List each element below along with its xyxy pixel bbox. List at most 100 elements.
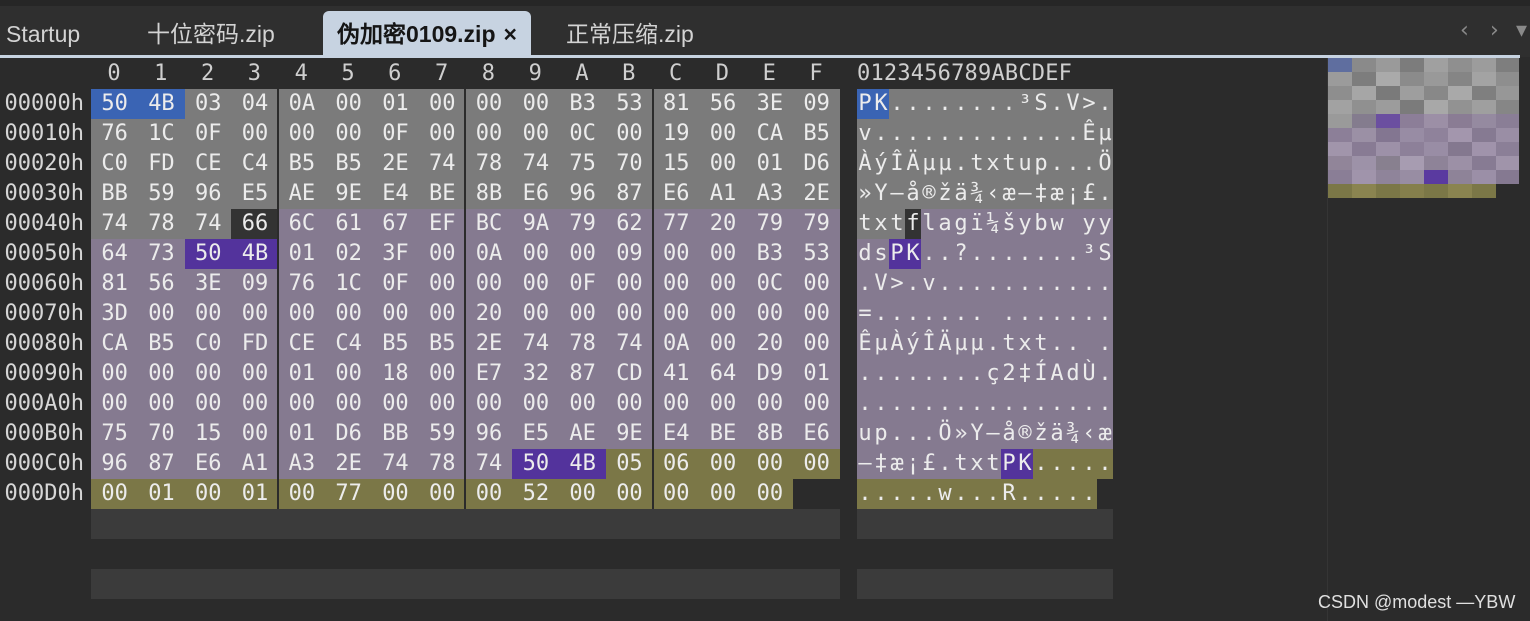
hex-byte[interactable]: 00 [793, 299, 841, 329]
ascii-char[interactable]: . [1033, 119, 1049, 149]
hex-byte[interactable]: 81 [91, 269, 139, 299]
hex-byte[interactable]: 20 [465, 299, 513, 329]
ascii-char[interactable]: . [969, 359, 985, 389]
ascii-char[interactable] [1081, 329, 1097, 359]
hex-byte[interactable]: CA [91, 329, 139, 359]
ascii-char[interactable]: . [873, 389, 889, 419]
hex-byte[interactable]: 00 [465, 89, 513, 119]
hex-byte[interactable]: 09 [231, 269, 279, 299]
hex-byte[interactable]: D9 [746, 359, 794, 389]
ascii-char[interactable]: µ [1097, 119, 1113, 149]
ascii-char[interactable]: . [921, 119, 937, 149]
ascii-char[interactable]: . [937, 449, 953, 479]
ascii-char[interactable]: . [985, 89, 1001, 119]
hex-byte[interactable]: 00 [699, 239, 747, 269]
ascii-char[interactable]: . [1049, 119, 1065, 149]
hex-byte[interactable]: 00 [793, 269, 841, 299]
hex-byte[interactable]: 8B [746, 419, 794, 449]
hex-byte[interactable]: 19 [652, 119, 700, 149]
ascii-char[interactable]: ? [953, 239, 969, 269]
ascii-char[interactable]: . [1033, 239, 1049, 269]
ascii-char[interactable]: R [1001, 479, 1017, 509]
hex-byte[interactable]: FD [231, 329, 279, 359]
ascii-char[interactable]: P [857, 89, 873, 119]
hex-byte[interactable]: 78 [465, 149, 513, 179]
hex-byte[interactable]: AE [278, 179, 326, 209]
hex-byte[interactable]: E6 [652, 179, 700, 209]
ascii-char[interactable]: . [969, 389, 985, 419]
ascii-char[interactable]: . [921, 239, 937, 269]
ascii-char[interactable]: u [857, 419, 873, 449]
hex-byte[interactable]: 00 [699, 449, 747, 479]
hex-byte[interactable]: B3 [746, 239, 794, 269]
hex-byte[interactable]: 01 [278, 419, 326, 449]
ascii-char[interactable]: . [1081, 299, 1097, 329]
hex-byte[interactable]: 00 [231, 359, 279, 389]
ascii-char[interactable]: s [873, 239, 889, 269]
ascii-char[interactable]: t [1001, 149, 1017, 179]
ascii-char[interactable]: . [1033, 449, 1049, 479]
ascii-char[interactable]: . [1065, 299, 1081, 329]
hex-byte[interactable]: 53 [605, 89, 654, 119]
ascii-char[interactable]: . [1065, 119, 1081, 149]
ascii-char[interactable]: . [889, 389, 905, 419]
ascii-char[interactable]: ® [921, 179, 937, 209]
hex-byte[interactable]: 00 [278, 479, 326, 509]
ascii-char[interactable]: ž [937, 179, 953, 209]
hex-byte[interactable]: 00 [231, 299, 279, 329]
hex-byte[interactable]: 00 [465, 389, 513, 419]
hex-byte[interactable]: 00 [746, 449, 794, 479]
hex-byte[interactable]: 02 [325, 239, 373, 269]
hex-byte[interactable]: 75 [559, 149, 607, 179]
ascii-char[interactable]: y [1097, 209, 1113, 239]
hex-byte[interactable]: 00 [652, 269, 700, 299]
hex-byte[interactable]: 06 [652, 449, 700, 479]
ascii-char[interactable]: > [889, 269, 905, 299]
ascii-char[interactable]: . [921, 89, 937, 119]
tab-startup[interactable]: Startup [6, 11, 80, 57]
hex-byte[interactable]: 0C [559, 119, 607, 149]
ascii-char[interactable]: . [857, 269, 873, 299]
ascii-char[interactable]: – [857, 449, 873, 479]
hex-byte[interactable]: FD [137, 149, 186, 179]
ascii-char[interactable]: . [953, 89, 969, 119]
ascii-char[interactable]: . [1033, 299, 1049, 329]
ascii-char[interactable]: . [1017, 269, 1033, 299]
hex-byte[interactable]: 00 [746, 479, 794, 509]
hex-byte[interactable]: 61 [325, 209, 373, 239]
hex-byte[interactable]: 76 [278, 269, 326, 299]
ascii-char[interactable]: . [905, 479, 921, 509]
hex-byte[interactable]: D6 [325, 419, 373, 449]
chevron-left-icon[interactable]: ‹ [1460, 18, 1469, 43]
hex-byte[interactable]: 15 [184, 419, 232, 449]
ascii-char[interactable]: . [1097, 359, 1113, 389]
hex-byte[interactable]: 00 [605, 299, 654, 329]
ascii-char[interactable]: æ [1049, 179, 1065, 209]
hex-byte[interactable]: 1C [137, 119, 186, 149]
ascii-char[interactable]: . [889, 299, 905, 329]
ascii-char[interactable]: . [1081, 149, 1097, 179]
ascii-char[interactable]: ä [1049, 419, 1065, 449]
ascii-char[interactable]: ³ [1017, 89, 1033, 119]
ascii-char[interactable]: . [1017, 479, 1033, 509]
hex-byte[interactable]: 01 [371, 89, 420, 119]
hex-byte[interactable]: 00 [746, 389, 794, 419]
ascii-char[interactable]: . [1049, 89, 1065, 119]
hex-byte[interactable]: B5 [325, 149, 373, 179]
hex-byte[interactable]: C4 [231, 149, 279, 179]
ascii-char[interactable]: A [1049, 359, 1065, 389]
hex-byte[interactable]: 00 [278, 389, 326, 419]
ascii-char[interactable]: . [953, 299, 969, 329]
hex-byte[interactable]: 00 [231, 119, 279, 149]
hex-byte[interactable]: BE [699, 419, 747, 449]
ascii-char[interactable]: ¼ [985, 209, 1001, 239]
vertical-scrollbar[interactable] [1519, 58, 1530, 621]
hex-byte[interactable]: 77 [652, 209, 700, 239]
ascii-char[interactable]: v [921, 269, 937, 299]
ascii-char[interactable]: d [1065, 359, 1081, 389]
ascii-char[interactable]: . [857, 479, 873, 509]
ascii-char[interactable]: . [921, 479, 937, 509]
hex-byte[interactable]: 01 [746, 149, 794, 179]
hex-byte[interactable]: 00 [137, 359, 186, 389]
hex-byte[interactable]: 00 [652, 299, 700, 329]
